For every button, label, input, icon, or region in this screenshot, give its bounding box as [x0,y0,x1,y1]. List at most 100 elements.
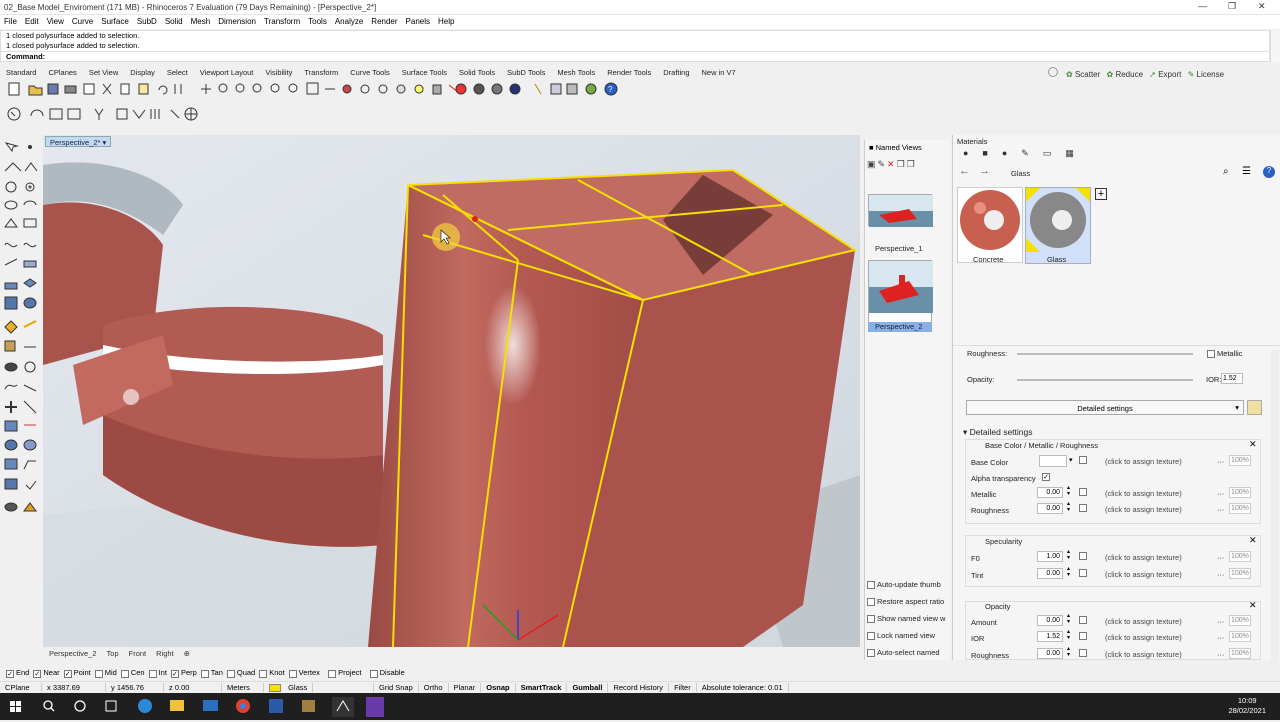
gear-icon[interactable] [1048,67,1058,77]
material-thumb-glass[interactable] [1025,187,1091,264]
checkbox[interactable] [1079,488,1087,496]
more-icon[interactable]: ··· [1217,505,1225,514]
alpha-transparency-checkbox[interactable] [1042,473,1050,481]
close-button[interactable]: ✕ [1258,1,1266,12]
osnap-mid[interactable]: Mid [94,668,117,678]
search-icon[interactable]: ⌕ [1223,166,1229,177]
metallic-input[interactable]: 0.00 [1037,487,1063,498]
base-color-swatch[interactable] [1039,455,1067,467]
material-thumb-concrete[interactable] [957,187,1023,263]
reduce-button[interactable]: ✿ Reduce [1104,66,1144,84]
osnap-cen[interactable]: Cen [120,668,145,678]
tab-display[interactable]: Display [124,66,161,80]
license-button[interactable]: ✎ License [1185,66,1225,84]
osnap-int[interactable]: Int [148,668,167,678]
more-icon[interactable]: ··· [1217,457,1225,466]
assign-texture-link[interactable]: (click to assign texture) [1105,633,1182,642]
spinner[interactable]: ▴ ▾ [1067,549,1070,561]
add-material-button[interactable]: + [1095,188,1107,200]
add-viewport-icon[interactable]: ⊕ [184,649,190,661]
amount-input[interactable]: 100% [1229,615,1251,626]
forward-icon[interactable]: → [979,165,990,177]
amount-input[interactable]: 100% [1229,503,1251,514]
tab-set-view[interactable]: Set View [83,66,124,80]
spinner[interactable]: ▴ ▾ [1067,501,1070,513]
menu-panels[interactable]: Panels [402,15,434,29]
assign-texture-link[interactable]: (click to assign texture) [1105,650,1182,659]
tab-viewport-layout[interactable]: Viewport Layout [194,66,260,80]
checkbox[interactable] [1079,649,1087,657]
osnap-tan[interactable]: Tan [200,668,223,678]
named-views-toolbar[interactable]: ▣✎✕❐❐ [867,159,949,171]
help-icon[interactable]: ? [1263,166,1275,178]
amount-input[interactable]: 100% [1229,551,1251,562]
export-button[interactable]: ➚ Export [1147,66,1181,84]
ior-input[interactable]: 1.52 [1221,373,1243,384]
more-icon[interactable]: ··· [1217,553,1225,562]
tab-transform[interactable]: Transform [298,66,344,80]
spinner[interactable]: ▴ ▾ [1067,566,1070,578]
checkbox[interactable] [1079,456,1087,464]
checkbox[interactable] [1079,552,1087,560]
clock[interactable]: 10:09 28/02/2021 [1228,696,1266,716]
checkbox[interactable] [1079,616,1087,624]
detailed-settings-header[interactable]: ▾ Detailed settings [963,427,1032,438]
folder-icon[interactable] [1247,400,1262,415]
close-icon[interactable]: ✕ [1249,439,1257,450]
tab-new-in-v7[interactable]: New in V7 [696,66,742,80]
tab-solid-tools[interactable]: Solid Tools [453,66,501,80]
checkbox[interactable] [867,581,875,590]
checkbox[interactable] [867,598,875,607]
menu-view[interactable]: View [43,15,68,29]
viewport-tab-perspective-2[interactable]: Perspective_2 [49,649,97,661]
osnap-perp[interactable]: Perp [170,668,197,678]
checkbox[interactable] [867,649,875,658]
menu-mesh[interactable]: Mesh [187,15,215,29]
osnap-disable[interactable]: Disable [365,668,405,678]
menu-tools[interactable]: Tools [304,15,331,29]
opacity-slider[interactable] [1017,379,1193,381]
option-lock-named-view[interactable]: Lock named view [867,631,951,648]
option-show-named-view[interactable]: Show named view w [867,614,951,631]
view-name[interactable]: Perspective_1 [875,244,923,253]
osnap-vertex[interactable]: Vertex [288,668,320,678]
tab-visibility[interactable]: Visibility [259,66,298,80]
tab-surface-tools[interactable]: Surface Tools [396,66,453,80]
amount-input[interactable]: 100% [1229,631,1251,642]
roughness-slider[interactable] [1017,353,1193,355]
history-scrollbar[interactable] [1270,30,1280,63]
perspective-viewport[interactable] [43,135,860,647]
osnap-toggle[interactable]: Osnap [481,683,516,692]
assign-texture-link[interactable]: (click to assign texture) [1105,489,1182,498]
checkbox[interactable] [1079,632,1087,640]
ortho-toggle[interactable]: Ortho [419,683,449,692]
units[interactable]: Meters [222,683,264,692]
view-thumbnail[interactable] [868,194,933,227]
amount-input[interactable]: 100% [1229,648,1251,659]
viewport-tab-top[interactable]: Top [107,649,119,661]
checkbox[interactable] [867,632,875,641]
detailed-settings-dropdown[interactable]: Detailed settings ▾ [966,400,1244,415]
record-history-toggle[interactable]: Record History [608,683,670,692]
menu-render[interactable]: Render [367,15,401,29]
option-auto-update[interactable]: Auto-update thumb [867,580,951,597]
checkbox[interactable] [1207,350,1215,359]
materials-tabs[interactable]: ●■●✎▭▦ [963,148,1163,162]
grid-snap-toggle[interactable]: Grid Snap [374,683,419,692]
chevron-down-icon[interactable]: ▾ [1069,456,1073,464]
more-icon[interactable]: ··· [1217,489,1225,498]
menu-edit[interactable]: Edit [21,15,43,29]
menu-subd[interactable]: SubD [133,15,161,29]
viewport-tab-right[interactable]: Right [156,649,174,661]
roughness-input[interactable]: 0.00 [1037,503,1063,514]
standard-toolbar[interactable]: ? [5,81,625,97]
osnap-quad[interactable]: Quad [226,668,255,678]
tab-render-tools[interactable]: Render Tools [601,66,657,80]
menu-curve[interactable]: Curve [68,15,97,29]
menu-dimension[interactable]: Dimension [214,15,260,29]
close-icon[interactable]: ✕ [1249,535,1257,546]
roughness-input[interactable]: 0.00 [1037,648,1063,659]
assign-texture-link[interactable]: (click to assign texture) [1105,570,1182,579]
spinner[interactable]: ▴ ▾ [1067,485,1070,497]
more-icon[interactable]: ··· [1217,617,1225,626]
